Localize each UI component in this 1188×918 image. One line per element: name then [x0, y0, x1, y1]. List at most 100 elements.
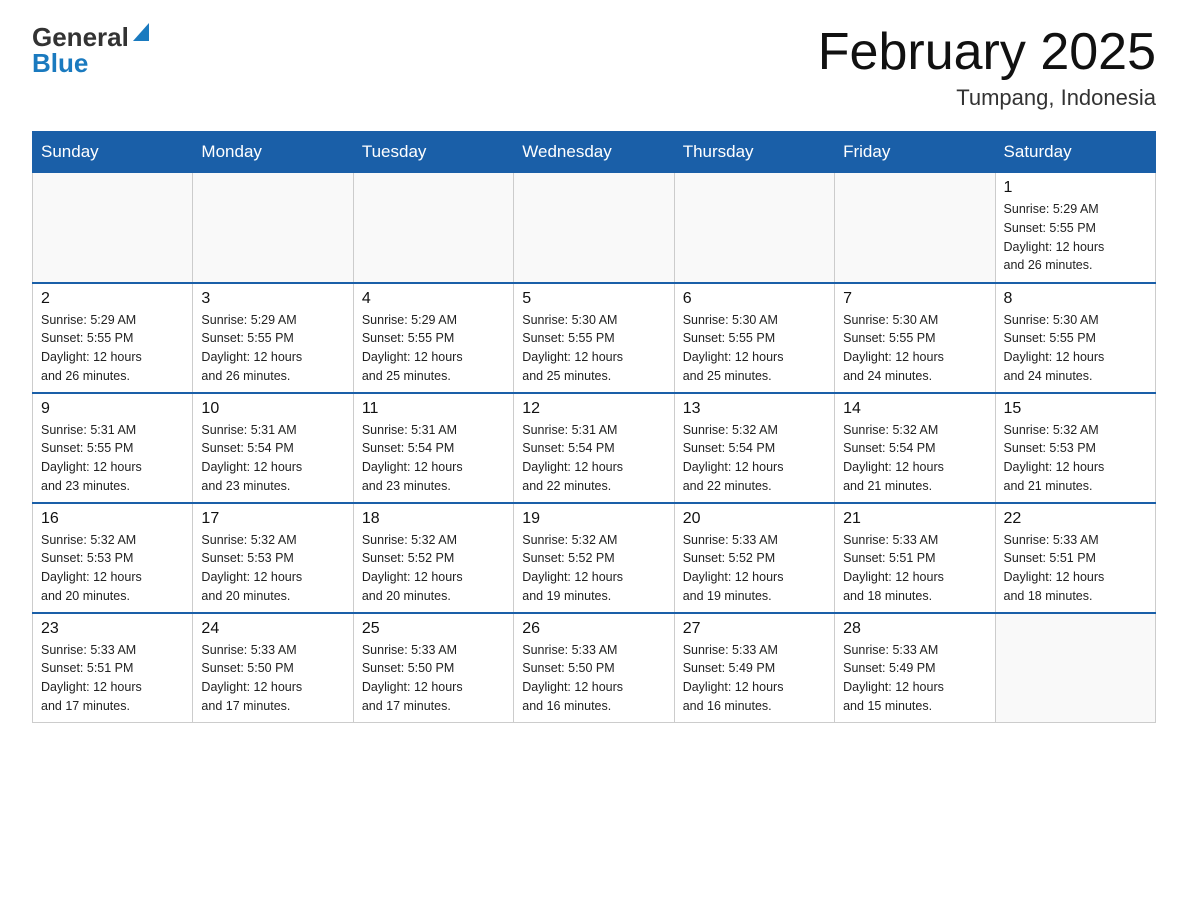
- table-row: 19 Sunrise: 5:32 AMSunset: 5:52 PMDayligh…: [514, 503, 674, 613]
- day-number: 6: [683, 290, 826, 308]
- table-row: 10 Sunrise: 5:31 AMSunset: 5:54 PMDayligh…: [193, 393, 353, 503]
- calendar-subtitle: Tumpang, Indonesia: [818, 85, 1156, 111]
- day-info: Sunrise: 5:31 AMSunset: 5:54 PMDaylight:…: [362, 421, 505, 496]
- table-row: [835, 173, 995, 283]
- calendar-week-row: 23 Sunrise: 5:33 AMSunset: 5:51 PMDayligh…: [33, 613, 1156, 723]
- table-row: 18Sunrise: 5:32 AMSunset: 5:52 PMDayligh…: [353, 503, 513, 613]
- table-row: 9 Sunrise: 5:31 AMSunset: 5:55 PMDaylight…: [33, 393, 193, 503]
- table-row: 3 Sunrise: 5:29 AMSunset: 5:55 PMDaylight…: [193, 283, 353, 393]
- table-row: 27 Sunrise: 5:33 AMSunset: 5:49 PMDayligh…: [674, 613, 834, 723]
- day-info: Sunrise: 5:30 AMSunset: 5:55 PMDaylight:…: [522, 311, 665, 386]
- table-row: [674, 173, 834, 283]
- calendar-week-row: 2 Sunrise: 5:29 AMSunset: 5:55 PMDaylight…: [33, 283, 1156, 393]
- day-number: 13: [683, 400, 826, 418]
- table-row: 14 Sunrise: 5:32 AMSunset: 5:54 PMDayligh…: [835, 393, 995, 503]
- table-row: 21 Sunrise: 5:33 AMSunset: 5:51 PMDayligh…: [835, 503, 995, 613]
- day-info: Sunrise: 5:31 AMSunset: 5:54 PMDaylight:…: [201, 421, 344, 496]
- day-number: 20: [683, 510, 826, 528]
- day-info: Sunrise: 5:31 AMSunset: 5:54 PMDaylight:…: [522, 421, 665, 496]
- day-info: Sunrise: 5:33 AMSunset: 5:49 PMDaylight:…: [683, 641, 826, 716]
- day-number: 8: [1004, 290, 1147, 308]
- day-info: Sunrise: 5:29 AMSunset: 5:55 PMDaylight:…: [41, 311, 184, 386]
- table-row: 17Sunrise: 5:32 AMSunset: 5:53 PMDayligh…: [193, 503, 353, 613]
- day-number: 16: [41, 510, 184, 528]
- day-info: Sunrise: 5:33 AMSunset: 5:50 PMDaylight:…: [201, 641, 344, 716]
- day-info: Sunrise: 5:32 AMSunset: 5:54 PMDaylight:…: [843, 421, 986, 496]
- table-row: 6 Sunrise: 5:30 AMSunset: 5:55 PMDaylight…: [674, 283, 834, 393]
- day-info: Sunrise: 5:33 AMSunset: 5:50 PMDaylight:…: [522, 641, 665, 716]
- day-number: 14: [843, 400, 986, 418]
- day-number: 22: [1004, 510, 1147, 528]
- table-row: 15Sunrise: 5:32 AMSunset: 5:53 PMDayligh…: [995, 393, 1155, 503]
- table-row: 1 Sunrise: 5:29 AMSunset: 5:55 PMDaylight…: [995, 173, 1155, 283]
- day-info: Sunrise: 5:29 AMSunset: 5:55 PMDaylight:…: [201, 311, 344, 386]
- day-info: Sunrise: 5:32 AMSunset: 5:54 PMDaylight:…: [683, 421, 826, 496]
- calendar-week-row: 16 Sunrise: 5:32 AMSunset: 5:53 PMDayligh…: [33, 503, 1156, 613]
- table-row: 24 Sunrise: 5:33 AMSunset: 5:50 PMDayligh…: [193, 613, 353, 723]
- table-row: 4Sunrise: 5:29 AMSunset: 5:55 PMDaylight…: [353, 283, 513, 393]
- day-info: Sunrise: 5:29 AMSunset: 5:55 PMDaylight:…: [1004, 200, 1147, 275]
- day-number: 5: [522, 290, 665, 308]
- day-number: 12: [522, 400, 665, 418]
- day-number: 18: [362, 510, 505, 528]
- calendar-title: February 2025: [818, 24, 1156, 81]
- logo-general-text: General: [32, 24, 129, 50]
- table-row: 25 Sunrise: 5:33 AMSunset: 5:50 PMDayligh…: [353, 613, 513, 723]
- day-number: 3: [201, 290, 344, 308]
- table-row: 7Sunrise: 5:30 AMSunset: 5:55 PMDaylight…: [835, 283, 995, 393]
- calendar-table: Sunday Monday Tuesday Wednesday Thursday…: [32, 131, 1156, 723]
- day-number: 21: [843, 510, 986, 528]
- table-row: 2 Sunrise: 5:29 AMSunset: 5:55 PMDaylight…: [33, 283, 193, 393]
- table-row: [193, 173, 353, 283]
- table-row: 5 Sunrise: 5:30 AMSunset: 5:55 PMDaylight…: [514, 283, 674, 393]
- header-sunday: Sunday: [33, 132, 193, 173]
- table-row: 13 Sunrise: 5:32 AMSunset: 5:54 PMDayligh…: [674, 393, 834, 503]
- title-area: February 2025 Tumpang, Indonesia: [818, 24, 1156, 111]
- day-number: 19: [522, 510, 665, 528]
- day-info: Sunrise: 5:31 AMSunset: 5:55 PMDaylight:…: [41, 421, 184, 496]
- table-row: 16 Sunrise: 5:32 AMSunset: 5:53 PMDayligh…: [33, 503, 193, 613]
- page-header: General Blue February 2025 Tumpang, Indo…: [32, 24, 1156, 111]
- header-tuesday: Tuesday: [353, 132, 513, 173]
- day-info: Sunrise: 5:32 AMSunset: 5:52 PMDaylight:…: [522, 531, 665, 606]
- calendar-week-row: 1 Sunrise: 5:29 AMSunset: 5:55 PMDaylight…: [33, 173, 1156, 283]
- day-number: 9: [41, 400, 184, 418]
- day-number: 25: [362, 620, 505, 638]
- table-row: [353, 173, 513, 283]
- logo-blue-text: Blue: [32, 48, 88, 78]
- day-number: 1: [1004, 179, 1147, 197]
- day-info: Sunrise: 5:33 AMSunset: 5:51 PMDaylight:…: [1004, 531, 1147, 606]
- table-row: 11 Sunrise: 5:31 AMSunset: 5:54 PMDayligh…: [353, 393, 513, 503]
- day-info: Sunrise: 5:29 AMSunset: 5:55 PMDaylight:…: [362, 311, 505, 386]
- day-info: Sunrise: 5:32 AMSunset: 5:53 PMDaylight:…: [1004, 421, 1147, 496]
- header-thursday: Thursday: [674, 132, 834, 173]
- day-info: Sunrise: 5:33 AMSunset: 5:52 PMDaylight:…: [683, 531, 826, 606]
- day-info: Sunrise: 5:33 AMSunset: 5:51 PMDaylight:…: [41, 641, 184, 716]
- day-number: 2: [41, 290, 184, 308]
- table-row: 12 Sunrise: 5:31 AMSunset: 5:54 PMDayligh…: [514, 393, 674, 503]
- table-row: 23 Sunrise: 5:33 AMSunset: 5:51 PMDayligh…: [33, 613, 193, 723]
- day-number: 23: [41, 620, 184, 638]
- day-number: 27: [683, 620, 826, 638]
- header-monday: Monday: [193, 132, 353, 173]
- day-number: 10: [201, 400, 344, 418]
- logo-triangle-icon: [129, 23, 149, 48]
- day-info: Sunrise: 5:30 AMSunset: 5:55 PMDaylight:…: [683, 311, 826, 386]
- table-row: 28Sunrise: 5:33 AMSunset: 5:49 PMDayligh…: [835, 613, 995, 723]
- table-row: [995, 613, 1155, 723]
- day-info: Sunrise: 5:30 AMSunset: 5:55 PMDaylight:…: [843, 311, 986, 386]
- day-info: Sunrise: 5:32 AMSunset: 5:53 PMDaylight:…: [201, 531, 344, 606]
- table-row: 26 Sunrise: 5:33 AMSunset: 5:50 PMDayligh…: [514, 613, 674, 723]
- day-info: Sunrise: 5:33 AMSunset: 5:50 PMDaylight:…: [362, 641, 505, 716]
- day-number: 24: [201, 620, 344, 638]
- table-row: [33, 173, 193, 283]
- day-number: 26: [522, 620, 665, 638]
- day-info: Sunrise: 5:30 AMSunset: 5:55 PMDaylight:…: [1004, 311, 1147, 386]
- day-number: 11: [362, 400, 505, 418]
- header-saturday: Saturday: [995, 132, 1155, 173]
- day-info: Sunrise: 5:33 AMSunset: 5:51 PMDaylight:…: [843, 531, 986, 606]
- day-number: 28: [843, 620, 986, 638]
- table-row: 20 Sunrise: 5:33 AMSunset: 5:52 PMDayligh…: [674, 503, 834, 613]
- table-row: 22 Sunrise: 5:33 AMSunset: 5:51 PMDayligh…: [995, 503, 1155, 613]
- day-info: Sunrise: 5:32 AMSunset: 5:53 PMDaylight:…: [41, 531, 184, 606]
